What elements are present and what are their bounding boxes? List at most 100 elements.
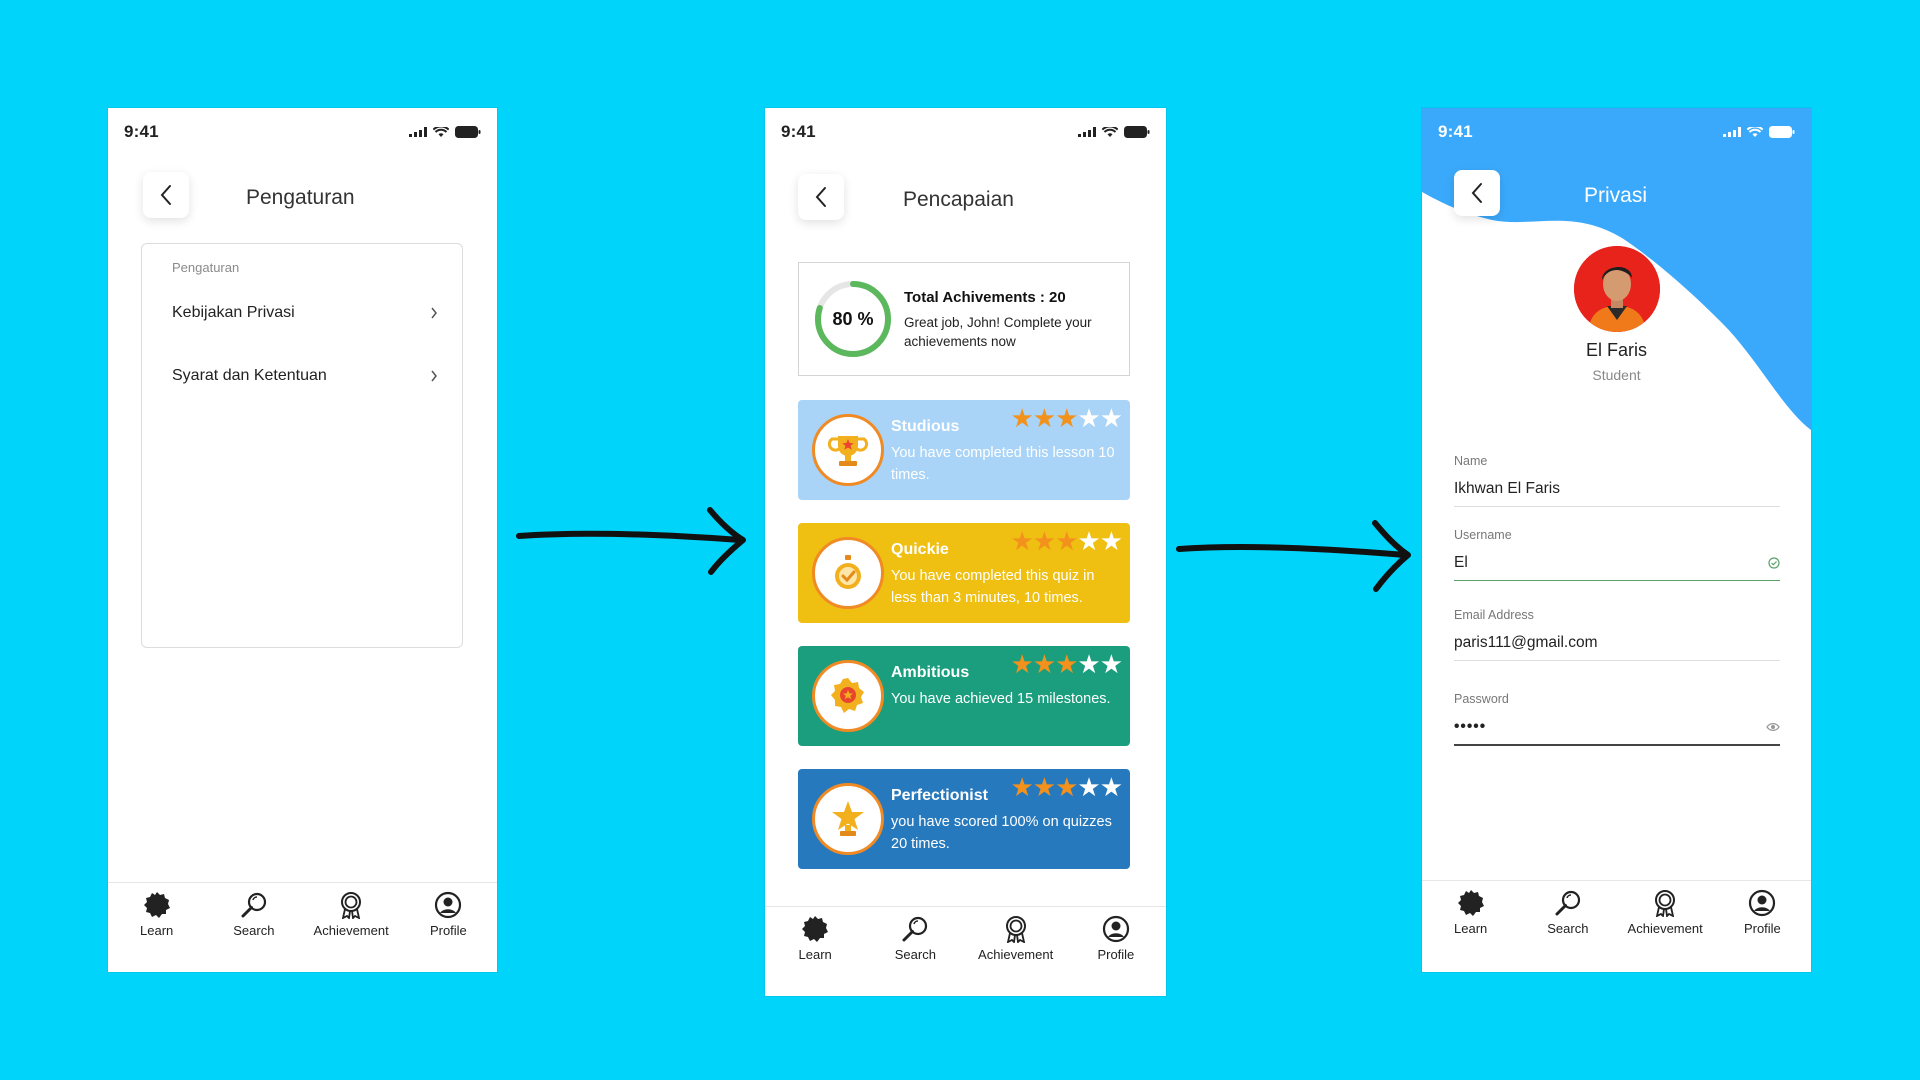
back-button[interactable] <box>798 174 844 220</box>
achievement-card-quickie[interactable]: Quickie You have completed this quiz in … <box>798 523 1130 623</box>
total-achievements-card: 80 % Total Achivements : 20 Great job, J… <box>798 262 1130 376</box>
status-bar: 9:41 <box>108 108 497 156</box>
star-filled-icon: ★ <box>1032 649 1056 679</box>
nav-search-label: Search <box>1547 921 1589 936</box>
chevron-left-icon <box>815 187 826 207</box>
nav-learn-label: Learn <box>140 923 174 938</box>
flow-arrow-icon <box>516 507 746 575</box>
name-field-label: Name <box>1454 454 1488 468</box>
star-filled-icon: ★ <box>1010 772 1033 802</box>
wifi-icon <box>1747 126 1763 137</box>
password-field-value: ••••• <box>1454 718 1487 735</box>
award-icon <box>1005 916 1026 943</box>
settings-item-label: Syarat dan Ketentuan <box>172 367 327 384</box>
star-filled-icon: ★ <box>1032 772 1056 802</box>
star-empty-icon: ★ <box>1077 649 1100 679</box>
eye-icon[interactable] <box>1766 722 1780 732</box>
back-button[interactable] <box>143 172 189 218</box>
name-field[interactable]: Name Ikhwan El Faris <box>1454 454 1780 507</box>
username-field-value: El <box>1454 554 1468 571</box>
wifi-icon <box>1102 126 1118 137</box>
nav-achievement[interactable]: Achievement <box>1617 881 1714 936</box>
nav-profile-label: Profile <box>1097 947 1135 962</box>
settings-item-label: Kebijakan Privasi <box>172 304 295 321</box>
star-empty-icon: ★ <box>1099 403 1123 433</box>
bottom-nav: Learn Search Achievement Profile <box>108 882 497 972</box>
signal-icon <box>1078 127 1096 137</box>
nav-profile-label: Profile <box>1743 921 1781 936</box>
user-circle-icon <box>435 891 462 919</box>
status-bar: 9:41 <box>1422 108 1811 156</box>
status-icons <box>1078 126 1150 138</box>
achievement-card-perfectionist[interactable]: Perfectionist you have scored 100% on qu… <box>798 769 1130 869</box>
status-time: 9:41 <box>124 122 159 141</box>
achievement-text: You have achieved 15 milestones. <box>891 691 1111 707</box>
award-icon <box>1655 890 1676 917</box>
total-title: Total Achivements : 20 <box>904 289 1066 306</box>
nav-learn-label: Learn <box>798 947 832 962</box>
password-field[interactable]: Password ••••• <box>1454 692 1780 746</box>
star-trophy-icon <box>812 783 884 855</box>
star-empty-icon: ★ <box>1077 772 1100 802</box>
star-filled-icon: ★ <box>1010 649 1033 679</box>
achievement-text: You have completed this lesson 10 times. <box>891 445 1115 483</box>
settings-caption: Pengaturan <box>172 260 240 275</box>
avatar[interactable] <box>1574 246 1660 332</box>
star-filled-icon: ★ <box>1055 526 1078 556</box>
achievement-card-ambitious[interactable]: Ambitious You have achieved 15 milestone… <box>798 646 1130 746</box>
total-description: Great job, John! Complete your achieveme… <box>904 315 1092 349</box>
star-filled-icon: ★ <box>1032 526 1056 556</box>
chevron-left-icon <box>160 185 171 205</box>
nav-profile[interactable]: Profile <box>1714 881 1811 936</box>
achievement-stars: ★★★★★ <box>1010 403 1123 433</box>
star-empty-icon: ★ <box>1077 526 1100 556</box>
nav-profile[interactable]: Profile <box>400 883 497 938</box>
page-title: Privasi <box>1584 184 1648 207</box>
nav-achievement[interactable]: Achievement <box>303 883 400 938</box>
user-photo-icon <box>1574 246 1660 332</box>
achievement-name: Ambitious <box>891 664 970 681</box>
wifi-icon <box>433 126 449 137</box>
settings-screen: 9:41 Pengaturan Pengaturan Kebijakan Pri… <box>108 108 497 972</box>
star-empty-icon: ★ <box>1099 772 1123 802</box>
learn-badge-icon <box>143 892 170 918</box>
progress-percent: 80 % <box>832 308 874 329</box>
email-field[interactable]: Email Address paris111@gmail.com <box>1454 608 1780 661</box>
nav-search-label: Search <box>233 923 275 938</box>
nav-search[interactable]: Search <box>205 883 302 938</box>
stopwatch-icon <box>812 537 884 609</box>
chevron-right-icon <box>431 370 437 382</box>
achievement-stars: ★★★★★ <box>1010 526 1123 556</box>
search-icon <box>241 892 266 918</box>
star-filled-icon: ★ <box>1010 403 1033 433</box>
settings-item-privacy-policy[interactable]: Kebijakan Privasi <box>172 298 438 328</box>
nav-achievement[interactable]: Achievement <box>966 907 1066 962</box>
username-field[interactable]: Username El <box>1454 528 1780 581</box>
nav-learn[interactable]: Learn <box>1422 881 1519 936</box>
field-underline <box>1454 660 1780 661</box>
nav-learn[interactable]: Learn <box>765 907 865 962</box>
star-filled-icon: ★ <box>1055 649 1078 679</box>
achievement-text: You have completed this quiz in less tha… <box>891 568 1095 606</box>
nav-learn[interactable]: Learn <box>108 883 205 938</box>
nav-search[interactable]: Search <box>865 907 965 962</box>
settings-panel: Pengaturan Kebijakan Privasi Syarat dan … <box>141 243 463 648</box>
user-circle-icon <box>1102 915 1129 943</box>
learn-badge-icon <box>802 916 829 942</box>
nav-achievement-label: Achievement <box>1627 921 1703 936</box>
chevron-left-icon <box>1471 183 1482 203</box>
flow-arrow-icon <box>1176 520 1411 592</box>
star-empty-icon: ★ <box>1099 649 1123 679</box>
nav-search[interactable]: Search <box>1519 881 1616 936</box>
settings-item-terms[interactable]: Syarat dan Ketentuan <box>172 361 438 391</box>
status-bar: 9:41 <box>765 108 1166 156</box>
achievement-name: Studious <box>891 418 960 435</box>
back-button[interactable] <box>1454 170 1500 216</box>
achievement-card-studious[interactable]: Studious You have completed this lesson … <box>798 400 1130 500</box>
nav-achievement-label: Achievement <box>313 923 389 938</box>
achievement-name: Perfectionist <box>891 787 988 804</box>
star-filled-icon: ★ <box>1055 403 1078 433</box>
search-icon <box>1555 890 1580 916</box>
star-filled-icon: ★ <box>1055 772 1078 802</box>
nav-profile[interactable]: Profile <box>1066 907 1166 962</box>
